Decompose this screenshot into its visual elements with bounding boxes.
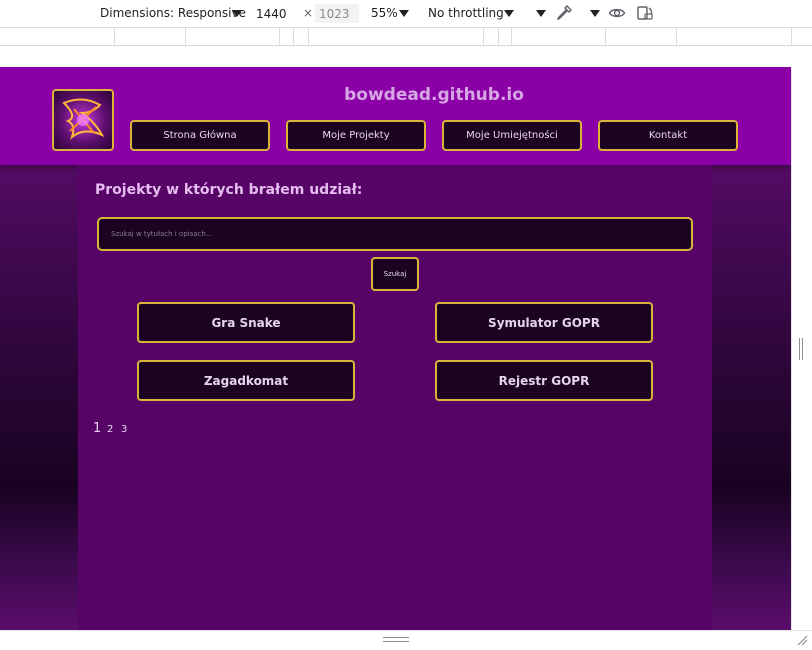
ruler-tick [308, 28, 309, 46]
search-button[interactable]: Szukaj [371, 257, 419, 291]
pagination-page-2[interactable]: 2 [107, 424, 113, 435]
page-viewport: bowdead.github.io Strona Główna Moje Pro… [0, 67, 791, 630]
eyedropper-caret-icon[interactable] [590, 10, 600, 17]
rotate-device-icon[interactable] [636, 4, 654, 22]
pagination-page-1[interactable]: 1 [93, 421, 101, 436]
nav-home-button[interactable]: Strona Główna [130, 120, 270, 151]
times-icon: × [303, 6, 314, 20]
ruler-tick [791, 28, 792, 46]
eyedropper-icon[interactable] [555, 4, 573, 22]
bottom-resize-handle[interactable] [383, 637, 409, 642]
ruler-tick [511, 28, 512, 46]
media-query-ruler[interactable] [0, 27, 812, 46]
site-title: bowdead.github.io [344, 85, 524, 105]
nav-contact-button[interactable]: Kontakt [598, 120, 738, 151]
zoom-dropdown[interactable]: 55% [371, 6, 398, 20]
dimensions-caret-icon[interactable] [232, 10, 242, 17]
project-card-gopr-simulator[interactable]: Symulator GOPR [435, 302, 653, 343]
site-header: bowdead.github.io Strona Główna Moje Pro… [0, 67, 791, 165]
ruler-padding [0, 46, 812, 67]
ruler-tick [605, 28, 606, 46]
ruler-tick [279, 28, 280, 46]
ruler-tick [676, 28, 677, 46]
dimensions-dropdown[interactable]: Dimensions: Responsive [100, 6, 246, 20]
ruler-tick [498, 28, 499, 46]
ruler-tick [185, 28, 186, 46]
right-resize-handle[interactable] [799, 338, 803, 360]
throttling-dropdown[interactable]: No throttling [428, 6, 504, 20]
project-card-snake[interactable]: Gra Snake [137, 302, 355, 343]
viewport-width-input[interactable] [252, 4, 296, 23]
corner-resize-icon[interactable] [796, 634, 808, 646]
ruler-tick [293, 28, 294, 46]
more-options-caret-icon[interactable] [536, 10, 546, 17]
projects-heading: Projekty w których brałem udział: [95, 182, 363, 198]
search-input[interactable] [97, 217, 693, 251]
nav-projects-button[interactable]: Moje Projekty [286, 120, 426, 151]
viewport-height-input[interactable] [315, 4, 359, 23]
project-card-gopr-register[interactable]: Rejestr GOPR [435, 360, 653, 401]
pagination-page-3[interactable]: 3 [121, 424, 127, 435]
throttling-caret-icon[interactable] [504, 10, 514, 17]
devtools-toolbar: Dimensions: Responsive × 55% No throttli… [0, 0, 812, 27]
eye-icon[interactable] [608, 4, 626, 22]
main-content: Projekty w których brałem udział: Szukaj… [78, 165, 712, 630]
project-card-zagadkomat[interactable]: Zagadkomat [137, 360, 355, 401]
ruler-tick [114, 28, 115, 46]
ruler-tick [483, 28, 484, 46]
zoom-caret-icon[interactable] [399, 10, 409, 17]
nav-skills-button[interactable]: Moje Umiejętności [442, 120, 582, 151]
